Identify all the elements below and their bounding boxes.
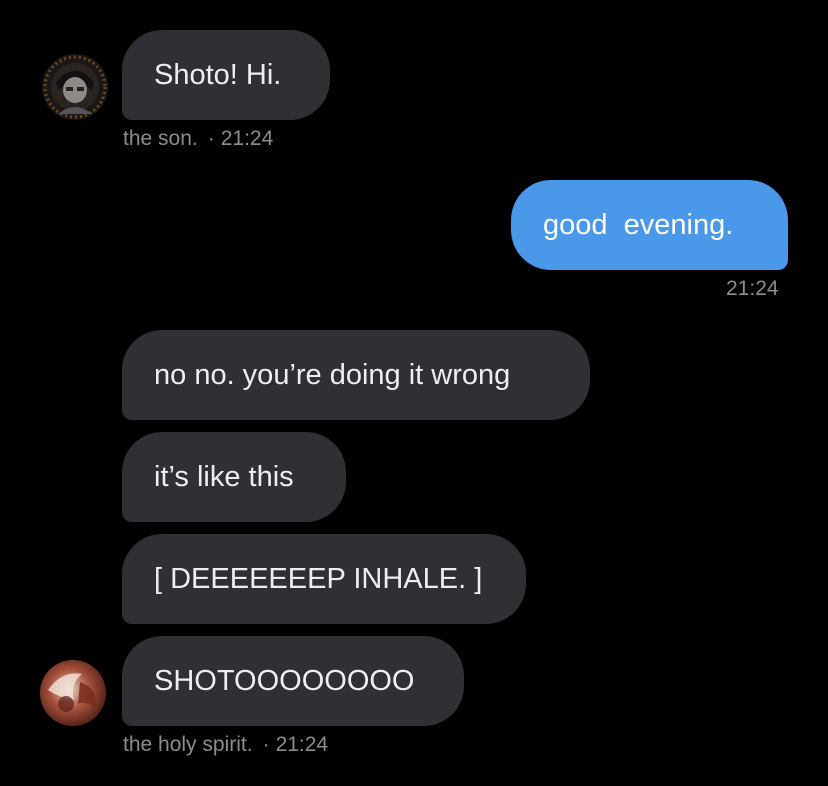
message-text: no no. you’re doing it wrong: [154, 359, 511, 391]
meta-separator: ·: [262, 733, 270, 756]
message-meta-outgoing: 21:24: [726, 277, 779, 301]
message-bubble-incoming[interactable]: Shoto! Hi.: [122, 30, 330, 120]
timestamp: 21:24: [220, 127, 274, 150]
message-text: [ DEEEEEEEP INHALE. ]: [154, 563, 483, 595]
timestamp: 21:24: [275, 733, 329, 756]
message-text: Shoto! Hi.: [154, 59, 282, 91]
sender-name: the son.: [123, 127, 198, 150]
message-text: SHOTOOOOOOOO: [154, 665, 415, 697]
timestamp: 21:24: [726, 277, 779, 300]
meta-separator: ·: [207, 127, 215, 150]
message-bubble-incoming[interactable]: it’s like this: [122, 432, 346, 522]
message-bubble-outgoing[interactable]: good evening.: [511, 180, 788, 270]
sender-name: the holy spirit.: [123, 733, 253, 756]
message-text: good evening.: [543, 209, 734, 241]
user-avatar-icon: [40, 660, 106, 726]
message-bubble-incoming[interactable]: no no. you’re doing it wrong: [122, 330, 590, 420]
user-avatar-icon: [42, 54, 108, 120]
message-meta-last: the holy spirit. · 21:24: [123, 733, 328, 757]
message-bubble-incoming[interactable]: [ DEEEEEEEP INHALE. ]: [122, 534, 526, 624]
message-bubble-incoming[interactable]: SHOTOOOOOOOO: [122, 636, 464, 726]
avatar-the-holy-spirit[interactable]: [40, 660, 106, 726]
avatar-the-son[interactable]: [42, 54, 108, 120]
message-meta-first: the son. · 21:24: [123, 127, 273, 151]
message-text: it’s like this: [154, 461, 294, 493]
